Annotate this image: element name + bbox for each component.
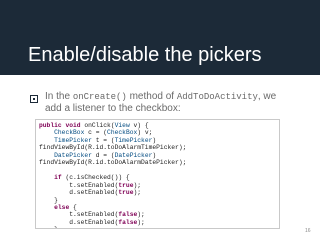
code-line: DatePicker d = (DatePicker) — [54, 151, 157, 159]
code-line: } — [39, 196, 58, 204]
code-line: findViewById(R.id.toDoAlarmTimePicker); — [39, 144, 187, 152]
code-line: } — [39, 226, 186, 228]
code-snippet-box: public void onClick(View v) { CheckBox c… — [35, 119, 280, 229]
code-line: CheckBox c = (CheckBox) v; — [54, 129, 153, 137]
code-line: if (c.isChecked()) { — [54, 174, 130, 182]
code-line: t.setEnabled(true); — [39, 181, 142, 189]
bullet-middle: method of — [126, 91, 177, 102]
code-line: t.setEnabled(false); — [39, 211, 145, 219]
code-line: findViewById(R.id.toDoAlarmDatePicker); — [39, 159, 187, 167]
page-number: 16 — [305, 228, 311, 234]
code-line: d.setEnabled(true); — [39, 189, 142, 197]
code-line: TimePicker t = (TimePicker) — [54, 136, 157, 144]
code-snippet: public void onClick(View v) { CheckBox c… — [39, 122, 187, 228]
code-line: d.setEnabled(false); — [39, 218, 145, 226]
bullet-text: In the onCreate() method of AddToDoActiv… — [45, 91, 295, 115]
slide-title: Enable/disable the pickers — [28, 44, 262, 66]
code-line: public void onClick(View v) { — [39, 122, 149, 129]
bullet-square-icon — [30, 95, 38, 103]
code-line: else { — [54, 203, 77, 211]
class-name: AddToDoActivity — [176, 92, 258, 102]
method-name: onCreate() — [72, 92, 127, 102]
bullet-prefix: In the — [45, 91, 73, 102]
